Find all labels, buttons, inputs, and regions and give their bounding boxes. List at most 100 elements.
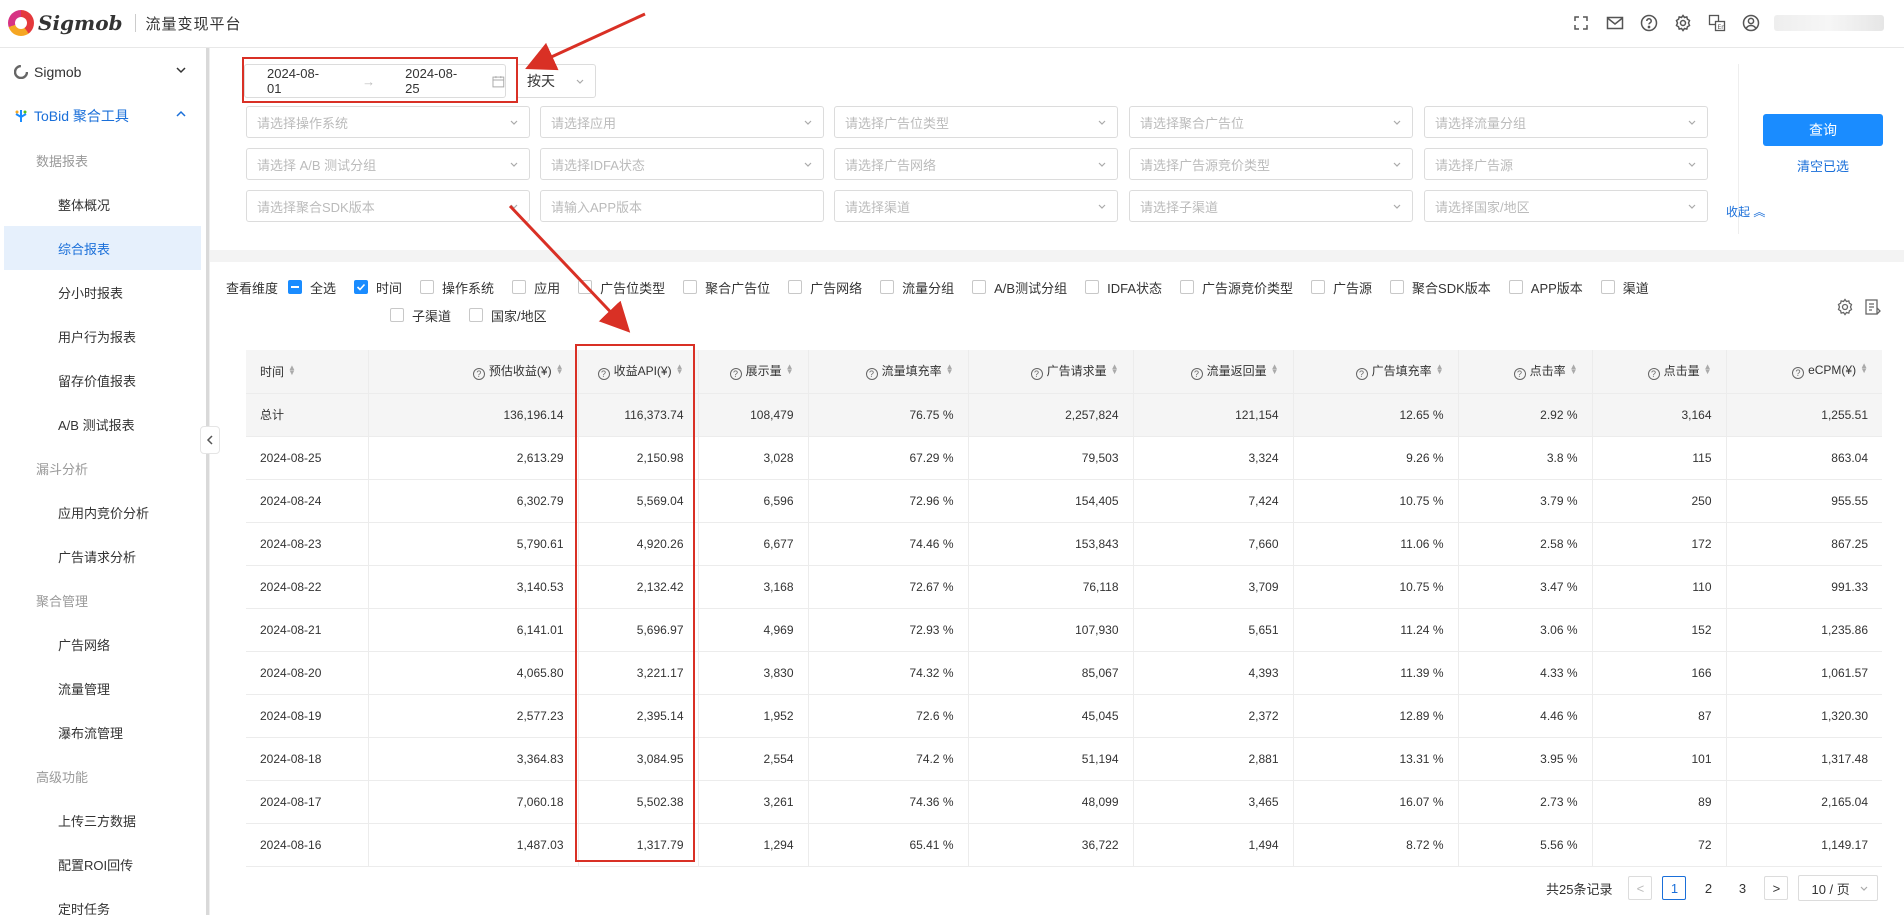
ad-slot-type-select[interactable]: 请选择广告位类型: [834, 106, 1118, 138]
app-version-input[interactable]: 请输入APP版本: [540, 190, 824, 222]
sidebar-item-ab-test-report[interactable]: A/B 测试报表: [0, 402, 209, 446]
logo[interactable]: Sigmob 流量变现平台: [8, 10, 242, 36]
sdk-version-select[interactable]: 请选择聚合SDK版本: [246, 190, 530, 222]
sort-icon[interactable]: ▲ ▼: [946, 363, 954, 376]
fullscreen-icon[interactable]: [1570, 12, 1592, 34]
sort-icon[interactable]: ▲ ▼: [1704, 363, 1712, 376]
username-blurred[interactable]: [1774, 15, 1884, 31]
help-icon[interactable]: [1638, 12, 1660, 34]
sidebar-item-overview[interactable]: 整体概况: [0, 182, 209, 226]
checkbox-app[interactable]: 应用: [512, 278, 560, 297]
column-header-ad-fill-rate[interactable]: ? 广告填充率 ▲ ▼: [1292, 350, 1458, 394]
help-icon[interactable]: ?: [865, 368, 878, 381]
sub-channel-select[interactable]: 请选择子渠道: [1129, 190, 1413, 222]
export-icon[interactable]: [1864, 298, 1882, 316]
help-icon[interactable]: ?: [1355, 368, 1368, 381]
idfa-select[interactable]: 请选择IDFA状态: [540, 148, 824, 180]
checkbox-sdk-version[interactable]: 聚合SDK版本: [1390, 278, 1491, 297]
granularity-select[interactable]: 按天: [516, 64, 596, 98]
country-select[interactable]: 请选择国家/地区: [1424, 190, 1708, 222]
help-icon[interactable]: ?: [1513, 368, 1526, 381]
column-header-est-revenue[interactable]: ? 预估收益(¥) ▲ ▼: [367, 350, 578, 394]
checkbox-label: 国家/地区: [491, 308, 547, 324]
page-3-button[interactable]: 3: [1730, 876, 1754, 900]
sidebar-item-in-app-bidding[interactable]: 应用内竞价分析: [0, 490, 209, 534]
checkbox-os[interactable]: 操作系统: [420, 278, 494, 297]
gear-icon[interactable]: [1672, 12, 1694, 34]
os-select[interactable]: 请选择操作系统: [246, 106, 530, 138]
column-header-clicks[interactable]: ? 点击量 ▲ ▼: [1591, 350, 1726, 394]
next-page-button[interactable]: >: [1764, 876, 1789, 900]
settings-icon[interactable]: [1836, 298, 1854, 316]
clear-selection-link[interactable]: 清空已选: [1763, 156, 1883, 175]
language-icon[interactable]: En: [1706, 12, 1728, 34]
column-header-traffic-returns[interactable]: ? 流量返回量 ▲ ▼: [1132, 350, 1293, 394]
sidebar-group-sigmob[interactable]: Sigmob: [0, 50, 209, 94]
sidebar-collapse-button[interactable]: [200, 426, 220, 454]
bidding-type-select[interactable]: 请选择广告源竞价类型: [1129, 148, 1413, 180]
traffic-group-select[interactable]: 请选择流量分组: [1424, 106, 1708, 138]
ad-source-select[interactable]: 请选择广告源: [1424, 148, 1708, 180]
sort-icon[interactable]: ▲ ▼: [1570, 363, 1578, 376]
user-icon[interactable]: [1740, 12, 1762, 34]
column-header-traffic-fill-rate[interactable]: ? 流量填充率 ▲ ▼: [807, 350, 968, 394]
checkbox-app-version[interactable]: APP版本: [1508, 278, 1583, 297]
sidebar-item-comprehensive-report[interactable]: 综合报表: [4, 226, 201, 270]
checkbox-ad-network[interactable]: 广告网络: [788, 278, 862, 297]
sidebar-item-upload-third-party[interactable]: 上传三方数据: [0, 798, 209, 842]
page-size-select[interactable]: 10 / 页: [1798, 875, 1879, 901]
sidebar-item-ad-network[interactable]: 广告网络: [0, 622, 209, 666]
sort-icon[interactable]: ▲ ▼: [1271, 363, 1279, 376]
checkbox-select-all[interactable]: 全选: [288, 278, 336, 297]
sidebar-item-user-behavior-report[interactable]: 用户行为报表: [0, 314, 209, 358]
prev-page-button[interactable]: <: [1628, 876, 1653, 900]
checkbox-ad-slot-type[interactable]: 广告位类型: [578, 278, 665, 297]
sidebar-item-waterfall[interactable]: 瀑布流管理: [0, 710, 209, 754]
help-icon[interactable]: ?: [1030, 368, 1043, 381]
sidebar-item-retention-report[interactable]: 留存价值报表: [0, 358, 209, 402]
sidebar-item-hourly-report[interactable]: 分小时报表: [0, 270, 209, 314]
help-icon[interactable]: ?: [1647, 368, 1660, 381]
sort-icon[interactable]: ▲ ▼: [556, 363, 564, 376]
page-2-button[interactable]: 2: [1696, 876, 1720, 900]
checkbox-idfa[interactable]: IDFA状态: [1085, 278, 1162, 297]
checkbox-ab-group[interactable]: A/B测试分组: [972, 278, 1067, 297]
page-1-button[interactable]: 1: [1662, 876, 1687, 900]
app-select[interactable]: 请选择应用: [540, 106, 824, 138]
column-header-ad-requests[interactable]: ? 广告请求量 ▲ ▼: [967, 350, 1133, 394]
checkbox-time[interactable]: 时间: [354, 278, 402, 297]
sidebar-item-ad-request-analysis[interactable]: 广告请求分析: [0, 534, 209, 578]
collapse-filters-link[interactable]: 收起 ︽: [1726, 203, 1765, 220]
mail-icon[interactable]: [1604, 12, 1626, 34]
sidebar-group-tobid[interactable]: ToBid 聚合工具: [0, 94, 209, 138]
sort-icon[interactable]: ▲ ▼: [1111, 363, 1119, 376]
sort-icon[interactable]: ▲ ▼: [786, 363, 794, 376]
help-icon[interactable]: ?: [1792, 367, 1805, 380]
help-icon[interactable]: ?: [1190, 368, 1203, 381]
column-header-ecpm[interactable]: ? eCPM(¥) ▲ ▼: [1725, 350, 1882, 394]
checkbox-ad-source[interactable]: 广告源: [1311, 278, 1372, 297]
help-icon[interactable]: ?: [729, 368, 742, 381]
sidebar-item-scheduled-tasks[interactable]: 定时任务: [0, 886, 209, 915]
sort-icon[interactable]: ▲ ▼: [1860, 362, 1868, 375]
checkbox-bidding-type[interactable]: 广告源竞价类型: [1180, 278, 1293, 297]
query-button[interactable]: 查询: [1763, 114, 1883, 146]
sidebar-item-roi-postback[interactable]: 配置ROI回传: [0, 842, 209, 886]
ad-network-select[interactable]: 请选择广告网络: [834, 148, 1118, 180]
column-header-time[interactable]: 时间 ▲ ▼: [246, 350, 368, 394]
checkbox-country[interactable]: 国家/地区: [469, 306, 547, 325]
ab-group-select[interactable]: 请选择 A/B 测试分组: [246, 148, 530, 180]
help-icon[interactable]: ?: [472, 368, 485, 381]
column-header-impressions[interactable]: ? 展示量 ▲ ▼: [697, 350, 808, 394]
checkbox-mediation-slot[interactable]: 聚合广告位: [683, 278, 770, 297]
checkbox-channel[interactable]: 渠道: [1600, 278, 1649, 297]
sort-icon[interactable]: ▲ ▼: [1436, 363, 1444, 376]
checkbox-traffic-group[interactable]: 流量分组: [880, 278, 954, 297]
channel-select[interactable]: 请选择渠道: [834, 190, 1118, 222]
mediation-slot-select[interactable]: 请选择聚合广告位: [1129, 106, 1413, 138]
sort-icon[interactable]: ▲ ▼: [288, 363, 296, 376]
checkbox-sub-channel[interactable]: 子渠道: [390, 306, 451, 325]
sidebar-scrollbar[interactable]: [206, 48, 209, 915]
column-header-ctr[interactable]: ? 点击率 ▲ ▼: [1457, 350, 1592, 394]
sidebar-item-traffic-management[interactable]: 流量管理: [0, 666, 209, 710]
